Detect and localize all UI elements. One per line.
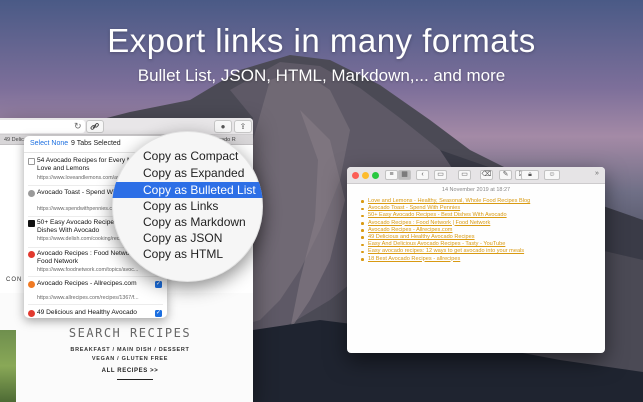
chevron-right-icon[interactable]: » <box>595 170 599 177</box>
foodnetwork-icon <box>28 310 35 317</box>
delete-button[interactable]: ⌫ <box>480 170 493 180</box>
note-link[interactable]: 18 Best Avocado Recipes - allrecipes <box>361 256 597 263</box>
address-field[interactable] <box>0 120 85 133</box>
note-link[interactable]: Love and Lemons - Healthy, Seasonal, Who… <box>361 198 597 205</box>
attachment-icon: ▭ <box>461 171 468 178</box>
divider <box>117 379 153 380</box>
sidebar-icon: ▭ <box>437 171 444 178</box>
divider <box>28 276 163 277</box>
menu-item-copy-markdown[interactable]: Copy as Markdown <box>112 214 263 230</box>
note-date: 14 November 2019 at 18:27 <box>441 187 511 193</box>
note-link[interactable]: Avocado Toast - Spend With Pennies <box>361 205 597 212</box>
checkbox[interactable]: ✓ <box>155 310 162 317</box>
share-icon: ⇪ <box>239 122 247 131</box>
tabs-selected-count: 9 Tabs Selected <box>71 140 121 147</box>
all-recipes-link[interactable]: ALL RECIPES >> <box>20 368 240 374</box>
allrecipes-icon <box>28 281 35 288</box>
people-icon: ☺ <box>548 171 556 178</box>
lock-button[interactable]: 🔒︎ <box>521 170 539 180</box>
zoom-button[interactable] <box>372 172 379 179</box>
note-link[interactable]: 49 Delicious and Healthy Avocado Recipes <box>361 234 597 241</box>
doc-icon <box>28 158 35 165</box>
note-link[interactable]: Avocado Recipes - Allrecipes.com <box>361 227 597 234</box>
menu-item-copy-compact[interactable]: Copy as Compact <box>112 148 263 164</box>
note-link[interactable]: Easy And Delicious Avocado Recipes - Tas… <box>361 241 597 248</box>
tab-title: 49 Delicious and Healthy Avocado <box>37 309 137 316</box>
note-link[interactable]: Avocado Recipes : Food Network | Food Ne… <box>361 220 597 227</box>
shield-icon: ● <box>220 122 226 131</box>
menu-item-copy-links[interactable]: Copy as Links <box>112 198 263 214</box>
notes-window: ≡ ▦ ‹ ▭ ▭ ⌫ ✎ ☑ 🔒︎ ☺ » 14 November 2019 … <box>347 167 605 353</box>
recipe-categories-line1[interactable]: BREAKFAST / MAIN DISH / DESSERT <box>20 346 240 355</box>
link-icon <box>90 123 99 130</box>
page-header-fragment: CON <box>6 277 23 283</box>
gallery-view-button[interactable]: ▦ <box>398 170 411 180</box>
close-button[interactable] <box>352 172 359 179</box>
share-button[interactable]: ⇪ <box>234 120 252 133</box>
food-photo <box>0 330 16 402</box>
trash-icon: ⌫ <box>481 171 492 178</box>
extension-button[interactable] <box>86 120 104 133</box>
chevron-left-icon: ‹ <box>421 171 424 178</box>
attachments-button[interactable]: ▭ <box>458 170 471 180</box>
checkbox[interactable]: ✓ <box>155 281 162 288</box>
globe-icon <box>28 190 35 197</box>
tab-list-item[interactable]: Avocado Recipes - Allrecipes.com https:/… <box>24 279 167 303</box>
back-button[interactable]: ‹ <box>416 170 429 180</box>
tab-list-item[interactable]: 49 Delicious and Healthy Avocado ✓ <box>24 308 167 318</box>
delish-icon <box>28 220 35 227</box>
search-recipes-heading: SEARCH RECIPES <box>68 326 192 340</box>
menu-item-copy-html[interactable]: Copy as HTML <box>112 246 263 262</box>
tab-url: https://www.foodnetwork.com/topics/avoc.… <box>37 267 139 273</box>
notes-toolbar: ≡ ▦ ‹ ▭ ▭ ⌫ ✎ ☑ 🔒︎ ☺ » <box>347 167 605 184</box>
hero-title: Export links in many formats <box>107 22 536 59</box>
hero-subtitle: Bullet List, JSON, HTML, Markdown,... an… <box>137 66 506 85</box>
compose-button[interactable]: ✎ <box>499 170 512 180</box>
menu-item-copy-json[interactable]: Copy as JSON <box>112 230 263 246</box>
note-link[interactable]: 50+ Easy Avocado Recipes - Best Dishes W… <box>361 212 597 219</box>
safari-toolbar: ↻ ● ⇪ <box>0 118 253 135</box>
recipe-categories-line2[interactable]: VEGAN / GLUTEN FREE <box>20 355 240 364</box>
compose-icon: ✎ <box>502 171 509 178</box>
foodnetwork-icon <box>28 251 35 258</box>
select-none-button[interactable]: Select None <box>30 140 68 147</box>
recipe-categories: BREAKFAST / MAIN DISH / DESSERT VEGAN / … <box>20 346 240 364</box>
menu-item-copy-bulleted-list[interactable]: Copy as Bulleted List <box>112 182 263 198</box>
list-icon: ≡ <box>389 171 394 178</box>
magnified-copy-menu: Copy as Compact Copy as Expanded Copy as… <box>112 131 263 282</box>
list-view-button[interactable]: ≡ <box>385 170 398 180</box>
divider <box>28 304 163 305</box>
reload-icon[interactable]: ↻ <box>74 121 82 132</box>
grid-icon: ▦ <box>401 171 408 178</box>
minimize-button[interactable] <box>362 172 369 179</box>
shield-button[interactable]: ● <box>214 120 232 133</box>
lock-icon: 🔒︎ <box>528 171 532 178</box>
note-link[interactable]: Easy avocado recipes: 12 ways to get avo… <box>361 248 597 255</box>
sidebar-button[interactable]: ▭ <box>434 170 447 180</box>
share-button[interactable]: ☺ <box>544 170 560 180</box>
menu-item-copy-expanded[interactable]: Copy as Expanded <box>112 165 263 181</box>
tab-url: https://www.allrecipes.com/recipes/1367/… <box>37 295 139 301</box>
tab-title: Avocado Recipes - Allrecipes.com <box>37 280 137 287</box>
note-link-list: Love and Lemons - Healthy, Seasonal, Who… <box>361 198 597 263</box>
